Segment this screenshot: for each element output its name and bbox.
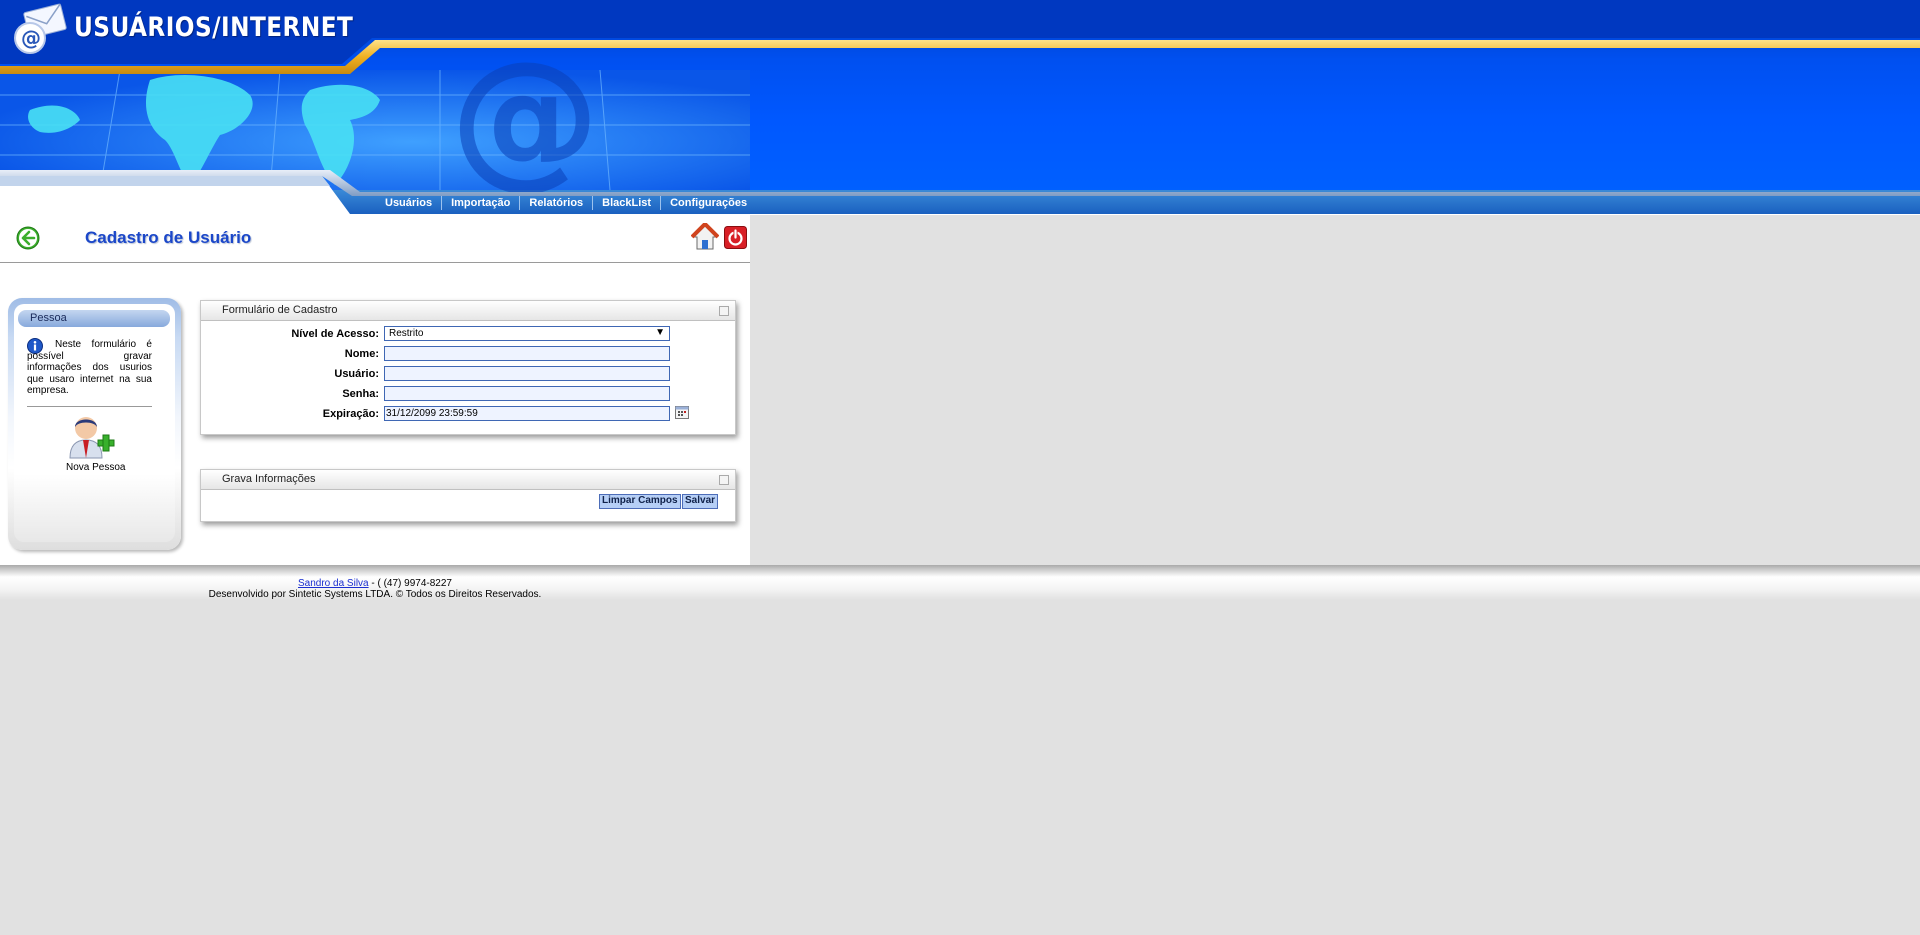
name-input[interactable] <box>384 346 670 361</box>
calendar-icon[interactable] <box>675 406 689 419</box>
sidebar-title: Pessoa <box>30 312 67 324</box>
save-panel-header: Grava Informações <box>201 470 735 490</box>
access-level-select[interactable]: Restrito ▼ <box>384 326 670 341</box>
home-icon[interactable] <box>691 223 719 251</box>
svg-text:@: @ <box>450 30 600 204</box>
footer-copyright: Desenvolvido por Sintetic Systems LTDA. … <box>208 589 542 600</box>
password-row: Senha: <box>201 386 735 402</box>
user-row: Usuário: <box>201 366 735 382</box>
app-header: @ @ USUÁRIOS/INTERNET Usuários Importaçã… <box>0 0 1920 215</box>
sidebar-panel: Pessoa Neste formulário é possível grava… <box>8 298 181 550</box>
password-input[interactable] <box>384 386 670 401</box>
save-panel: Grava Informações Limpar Campos Salvar <box>200 469 736 522</box>
footer-contact: Sandro da Silva - ( (47) 9974-8227 <box>0 578 750 589</box>
page-header: Cadastro de Usuário <box>0 215 750 263</box>
new-person-link[interactable]: Nova Pessoa <box>66 462 138 473</box>
access-level-row: Nível de Acesso: Restrito ▼ <box>201 326 735 342</box>
user-label: Usuário: <box>334 368 379 380</box>
add-person-icon[interactable] <box>66 412 116 460</box>
page-title: Cadastro de Usuário <box>85 228 252 247</box>
nav-item-blacklist[interactable]: BlackList <box>592 196 660 210</box>
footer-phone: - ( (47) 9974-8227 <box>368 578 452 589</box>
dropdown-arrow-icon: ▼ <box>655 327 665 338</box>
app-title: USUÁRIOS/INTERNET <box>74 12 354 43</box>
save-button[interactable]: Salvar <box>682 494 719 509</box>
expiration-label: Expiração: <box>322 408 379 420</box>
collapse-icon[interactable] <box>719 475 729 485</box>
main-content: Pessoa Neste formulário é possível grava… <box>0 263 750 565</box>
access-level-value: Restrito <box>389 328 424 339</box>
author-link[interactable]: Sandro da Silva <box>298 578 369 589</box>
collapse-icon[interactable] <box>719 306 729 316</box>
sidebar-header: Pessoa <box>18 310 170 327</box>
sidebar-description: Neste formulário é possível gravar infor… <box>27 339 152 396</box>
power-icon[interactable] <box>724 226 747 249</box>
main-nav: Usuários Importação Relatórios BlackList… <box>376 193 756 213</box>
email-at-icon: @ <box>14 3 67 54</box>
password-label: Senha: <box>342 388 379 400</box>
save-panel-title: Grava Informações <box>222 473 316 485</box>
clear-fields-button[interactable]: Limpar Campos <box>599 494 681 509</box>
svg-text:@: @ <box>21 26 41 50</box>
nav-item-importacao[interactable]: Importação <box>441 196 519 210</box>
registration-form-panel: Formulário de Cadastro Nível de Acesso: … <box>200 300 736 435</box>
back-arrow-icon[interactable] <box>16 226 40 250</box>
nav-item-usuarios[interactable]: Usuários <box>376 196 441 210</box>
sidebar-divider <box>27 406 152 407</box>
registration-form-header: Formulário de Cadastro <box>201 301 735 321</box>
registration-form-title: Formulário de Cadastro <box>222 304 338 316</box>
nav-item-relatorios[interactable]: Relatórios <box>519 196 592 210</box>
expiration-input[interactable]: 31/12/2099 23:59:59 <box>384 406 670 421</box>
name-label: Nome: <box>344 348 379 360</box>
user-input[interactable] <box>384 366 670 381</box>
nav-item-configuracoes[interactable]: Configurações <box>660 196 756 210</box>
expiration-row: Expiração: 31/12/2099 23:59:59 <box>201 406 735 422</box>
name-row: Nome: <box>201 346 735 362</box>
access-level-label: Nível de Acesso: <box>291 328 379 340</box>
